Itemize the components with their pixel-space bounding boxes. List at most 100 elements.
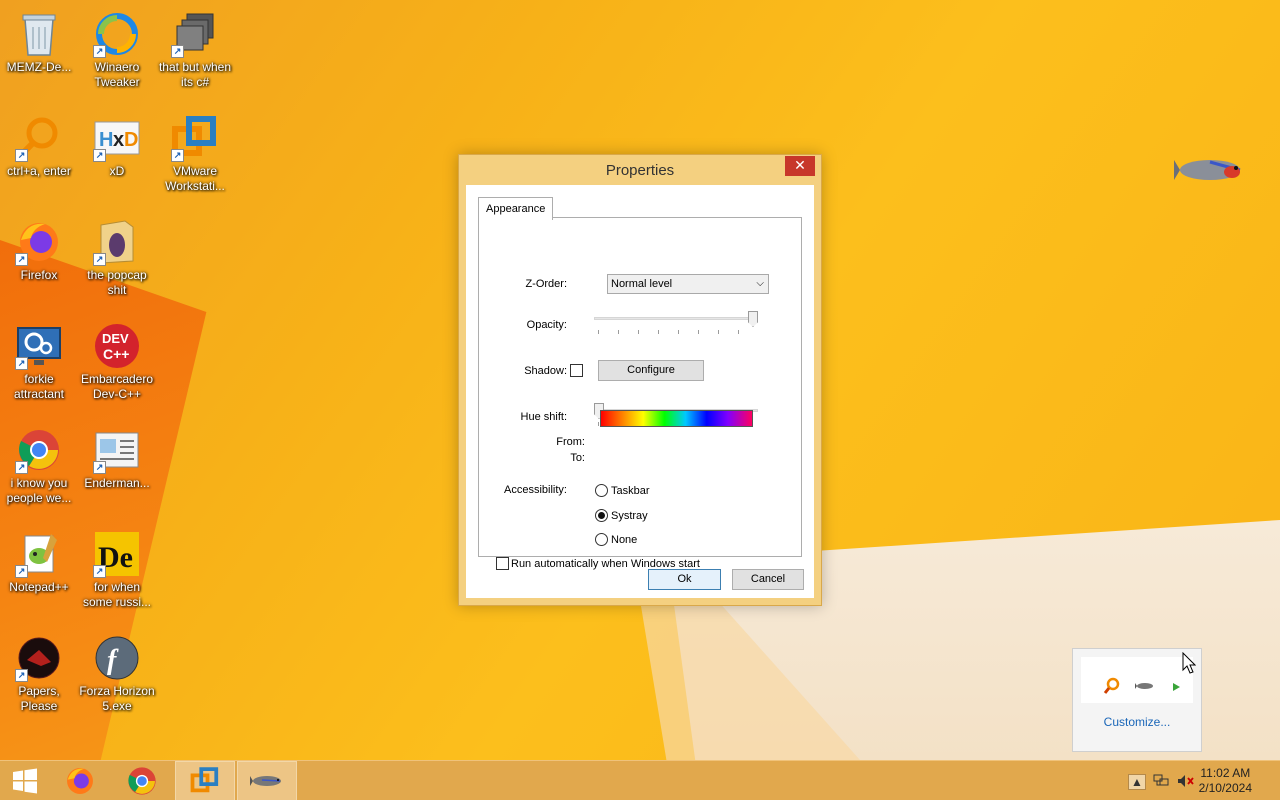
show-hidden-icons-button[interactable]: ▲	[1128, 774, 1146, 790]
hue-to-label: To:	[570, 452, 585, 464]
zorder-select[interactable]: Normal level ⌵	[607, 274, 769, 294]
devcpp-icon: DEV C++	[93, 322, 141, 370]
vmware-icon: ↗	[171, 114, 219, 162]
fish-sprite-icon[interactable]	[1174, 150, 1246, 190]
clock[interactable]: 11:02 AM 2/10/2024	[1199, 766, 1252, 796]
ok-button[interactable]: Ok	[648, 569, 721, 590]
desktop-icon-that-but[interactable]: ↗ that but when its c#	[156, 2, 234, 102]
folder-icon: ↗	[93, 218, 141, 266]
hue-shift-label: Hue shift:	[520, 411, 567, 423]
accessibility-label: Accessibility:	[504, 484, 567, 496]
desktop-icon-vmware[interactable]: ↗ VMware Workstati...	[156, 106, 234, 206]
zorder-label: Z-Order:	[525, 278, 567, 290]
appearance-panel: Z-Order: Normal level ⌵ Opacity: Shadow:…	[478, 217, 802, 570]
hue-spectrum-bar	[600, 410, 753, 427]
taskbar-firefox[interactable]	[50, 761, 110, 800]
magnifier-tray-icon[interactable]	[1103, 677, 1121, 695]
desktop-icon-forkie[interactable]: ↗ forkie attractant	[0, 314, 78, 414]
document-window-icon: ↗	[93, 426, 141, 474]
shortcut-arrow-icon: ↗	[93, 253, 106, 266]
shadow-label: Shadow:	[524, 365, 567, 377]
taskbar-fish-app[interactable]	[237, 761, 297, 800]
desktop-icon-label: Papers, Please	[18, 684, 60, 713]
configure-button[interactable]: Configure	[598, 360, 704, 381]
settings-monitor-icon: ↗	[15, 322, 63, 370]
shortcut-arrow-icon: ↗	[171, 149, 184, 162]
desktop-icon-de[interactable]: De ↗ for when some russi...	[78, 522, 156, 622]
hxd-icon: HxD ↗	[93, 114, 141, 162]
desktop-icon-popcap[interactable]: ↗ the popcap shit	[78, 210, 156, 310]
desktop-icon-memz[interactable]: MEMZ-De...	[0, 2, 78, 102]
desktop-icon-label: i know you people we...	[6, 476, 72, 505]
desktop-icon-enderman[interactable]: ↗ Enderman...	[78, 418, 156, 518]
taskbar-vmware[interactable]	[175, 761, 235, 800]
desktop-icon-label: Winaero Tweaker	[94, 60, 140, 89]
svg-text:D: D	[124, 129, 138, 151]
stacked-windows-icon: ↗	[171, 10, 219, 58]
chevron-down-icon: ⌵	[756, 278, 764, 289]
desktop-icon-hxd[interactable]: HxD ↗ xD	[78, 106, 156, 206]
opacity-slider-thumb[interactable]	[748, 311, 758, 327]
radio-systray[interactable]	[595, 509, 608, 522]
firefox-icon: ↗	[15, 218, 63, 266]
desktop-icon-notepadpp[interactable]: ↗ Notepad++	[0, 522, 78, 622]
clock-date: 2/10/2024	[1198, 781, 1252, 795]
desktop-icon-label: VMware Workstati...	[165, 164, 225, 193]
recycle-bin-icon	[15, 10, 63, 58]
cancel-button[interactable]: Cancel	[732, 569, 804, 590]
radio-none-label: None	[611, 534, 638, 546]
desktop-icon-winaero[interactable]: ↗ Winaero Tweaker	[78, 2, 156, 102]
opacity-slider[interactable]	[594, 311, 758, 335]
notepadpp-icon: ↗	[15, 530, 63, 578]
zorder-value: Normal level	[611, 278, 673, 290]
radio-none[interactable]	[595, 533, 608, 546]
start-button[interactable]	[0, 761, 50, 800]
desktop-icon-label: Forza Horizon 5.exe	[79, 684, 155, 713]
close-button[interactable]: ✕	[785, 156, 815, 176]
play-tray-icon[interactable]	[1171, 682, 1181, 692]
papers-please-icon: ↗	[15, 634, 63, 682]
chrome-icon: ↗	[15, 426, 63, 474]
autorun-checkbox[interactable]	[496, 557, 509, 570]
volume-muted-icon[interactable]	[1177, 774, 1194, 788]
tray-overflow-icons	[1081, 657, 1193, 703]
svg-text:C++: C++	[103, 346, 129, 362]
desktop-icon-label: Notepad++	[9, 580, 69, 594]
shortcut-arrow-icon: ↗	[93, 565, 106, 578]
dialog-title: Properties	[605, 161, 675, 179]
network-icon[interactable]	[1153, 774, 1169, 788]
desktop-icon-forza[interactable]: f Forza Horizon 5.exe	[78, 626, 156, 726]
hue-from-label: From:	[556, 436, 585, 448]
radio-systray-label: Systray	[611, 510, 648, 522]
dialog-client-area: Appearance Z-Order: Normal level ⌵ Opaci…	[466, 185, 814, 598]
chrome-icon	[128, 767, 156, 795]
shortcut-arrow-icon: ↗	[171, 45, 184, 58]
desktop-icon-firefox[interactable]: ↗ Firefox	[0, 210, 78, 310]
desktop-icon-label: Embarcadero Dev-C++	[80, 372, 154, 401]
desktop-icon-papers-please[interactable]: ↗ Papers, Please	[0, 626, 78, 726]
customize-link[interactable]: Customize...	[1073, 715, 1201, 729]
shadow-checkbox[interactable]	[570, 364, 583, 377]
shortcut-arrow-icon: ↗	[15, 253, 28, 266]
tab-appearance[interactable]: Appearance	[478, 197, 554, 220]
taskbar-chrome[interactable]	[112, 761, 172, 800]
svg-text:DEV: DEV	[102, 331, 129, 346]
fish-tray-icon[interactable]	[1135, 681, 1155, 691]
radio-taskbar[interactable]	[595, 484, 608, 497]
dialog-titlebar[interactable]: Properties ✕	[459, 155, 821, 185]
firefox-icon	[67, 768, 93, 794]
desktop-icon-label: the popcap shit	[87, 268, 147, 297]
desktop-icon-label: Enderman...	[84, 476, 150, 490]
windows-logo-icon	[13, 768, 37, 794]
opacity-slider-track	[594, 317, 758, 320]
shortcut-arrow-icon: ↗	[93, 45, 106, 58]
magnifier-icon: ↗	[15, 114, 63, 162]
desktop-icon-label: for when some russi...	[82, 580, 151, 609]
desktop-icon-label: xD	[109, 164, 125, 178]
desktop-icon-devcpp[interactable]: DEV C++ Embarcadero Dev-C++	[78, 314, 156, 414]
opacity-slider-ticks	[598, 330, 754, 334]
svg-text:x: x	[113, 129, 124, 151]
desktop-icon-ctrl-a-enter[interactable]: ↗ ctrl+a, enter	[0, 106, 78, 206]
desktop-icon-chrome[interactable]: ↗ i know you people we...	[0, 418, 78, 518]
shortcut-arrow-icon: ↗	[15, 149, 28, 162]
